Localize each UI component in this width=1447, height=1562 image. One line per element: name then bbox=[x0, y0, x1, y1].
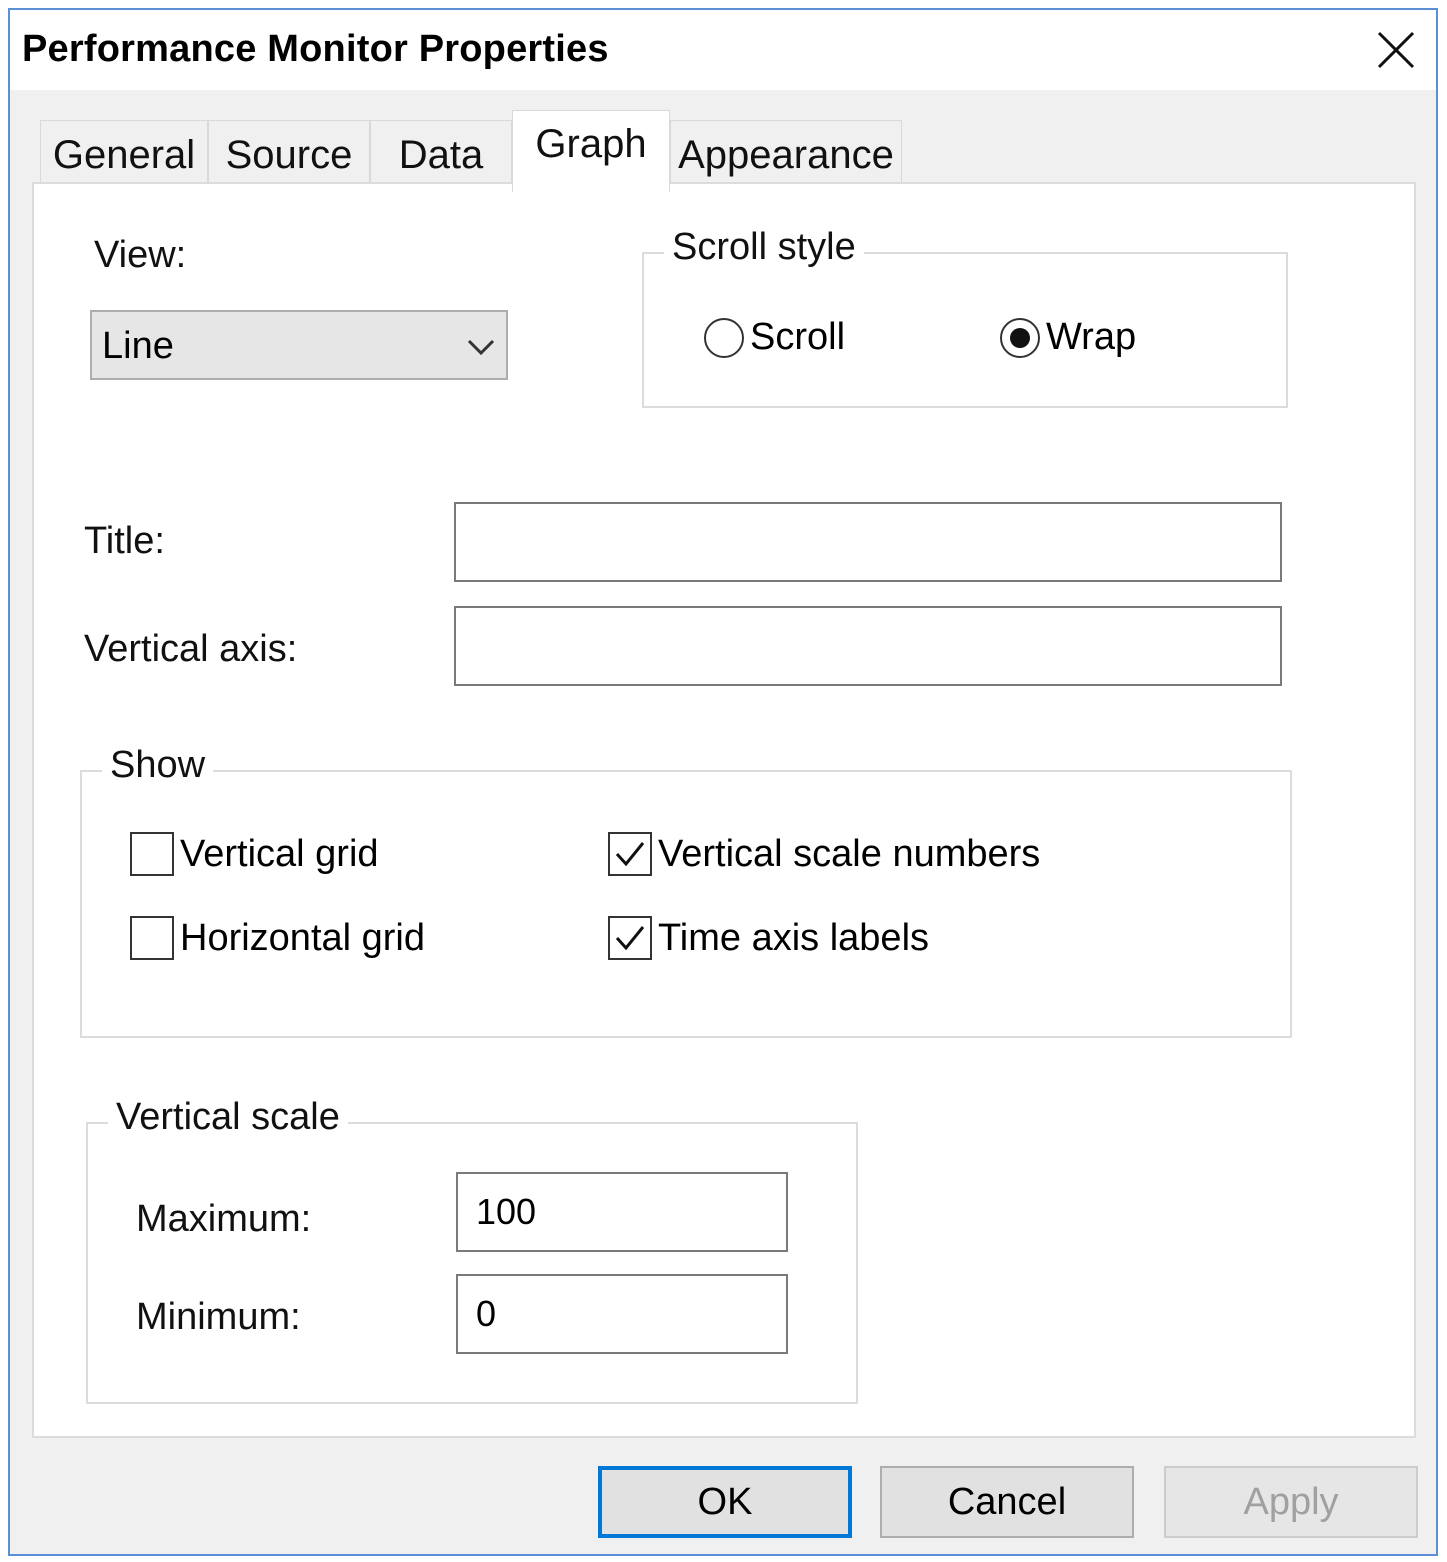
properties-dialog: Performance Monitor Properties General S… bbox=[8, 8, 1438, 1556]
graph-tab-panel: View: Line Scroll style Scroll Wrap Titl… bbox=[32, 182, 1416, 1438]
dialog-title: Performance Monitor Properties bbox=[22, 28, 609, 70]
vertical-scale-title: Vertical scale bbox=[108, 1096, 348, 1139]
close-button[interactable] bbox=[1368, 22, 1424, 78]
view-dropdown[interactable]: Line bbox=[90, 310, 508, 380]
wrap-radio[interactable]: Wrap bbox=[1000, 316, 1136, 359]
show-title: Show bbox=[102, 744, 214, 787]
vertical-scale-numbers-label: Vertical scale numbers bbox=[658, 832, 1041, 875]
chevron-down-icon bbox=[467, 339, 495, 356]
tab-graph[interactable]: Graph bbox=[512, 110, 670, 192]
view-dropdown-value: Line bbox=[102, 325, 174, 367]
tab-strip: General Source Data Graph Appearance bbox=[40, 110, 940, 192]
maximum-input[interactable] bbox=[456, 1172, 788, 1252]
tab-data[interactable]: Data bbox=[370, 120, 512, 190]
minimum-input[interactable] bbox=[456, 1274, 788, 1354]
wrap-radio-circle bbox=[1000, 317, 1040, 358]
time-axis-labels-box bbox=[608, 916, 652, 960]
tab-general[interactable]: General bbox=[40, 120, 208, 190]
vertical-axis-input[interactable] bbox=[454, 606, 1282, 686]
title-bar: Performance Monitor Properties bbox=[10, 10, 1436, 90]
vertical-grid-checkbox[interactable]: Vertical grid bbox=[130, 832, 379, 876]
vertical-scale-numbers-checkbox[interactable]: Vertical scale numbers bbox=[608, 832, 1040, 876]
ok-button[interactable]: OK bbox=[598, 1466, 852, 1538]
time-axis-labels-label: Time axis labels bbox=[658, 916, 930, 959]
horizontal-grid-checkbox[interactable]: Horizontal grid bbox=[130, 916, 425, 960]
checkmark-icon bbox=[615, 842, 645, 867]
maximum-label: Maximum: bbox=[136, 1198, 312, 1240]
title-input[interactable] bbox=[454, 502, 1282, 582]
scroll-style-title: Scroll style bbox=[664, 226, 864, 269]
minimum-label: Minimum: bbox=[136, 1296, 301, 1338]
title-label: Title: bbox=[84, 520, 165, 562]
cancel-button[interactable]: Cancel bbox=[880, 1466, 1134, 1538]
horizontal-grid-box bbox=[130, 916, 174, 960]
scroll-radio[interactable]: Scroll bbox=[704, 316, 845, 359]
wrap-radio-label: Wrap bbox=[1046, 316, 1137, 358]
horizontal-grid-label: Horizontal grid bbox=[180, 916, 425, 959]
apply-button[interactable]: Apply bbox=[1164, 1466, 1418, 1538]
scroll-radio-circle bbox=[704, 317, 744, 358]
vertical-grid-label: Vertical grid bbox=[180, 832, 379, 875]
vertical-scale-numbers-box bbox=[608, 832, 652, 876]
close-icon bbox=[1377, 31, 1415, 69]
view-label: View: bbox=[94, 234, 187, 276]
vertical-scale-group: Vertical scale Maximum: Minimum: bbox=[86, 1096, 858, 1404]
vertical-axis-label: Vertical axis: bbox=[84, 628, 298, 670]
show-group: Show Vertical grid Horizontal grid Verti… bbox=[80, 744, 1292, 1038]
scroll-radio-label: Scroll bbox=[750, 316, 846, 358]
checkmark-icon bbox=[615, 926, 645, 951]
time-axis-labels-checkbox[interactable]: Time axis labels bbox=[608, 916, 929, 960]
tab-source[interactable]: Source bbox=[208, 120, 370, 190]
vertical-grid-box bbox=[130, 832, 174, 876]
scroll-style-group: Scroll style Scroll Wrap bbox=[642, 226, 1288, 408]
tab-appearance[interactable]: Appearance bbox=[670, 120, 902, 190]
